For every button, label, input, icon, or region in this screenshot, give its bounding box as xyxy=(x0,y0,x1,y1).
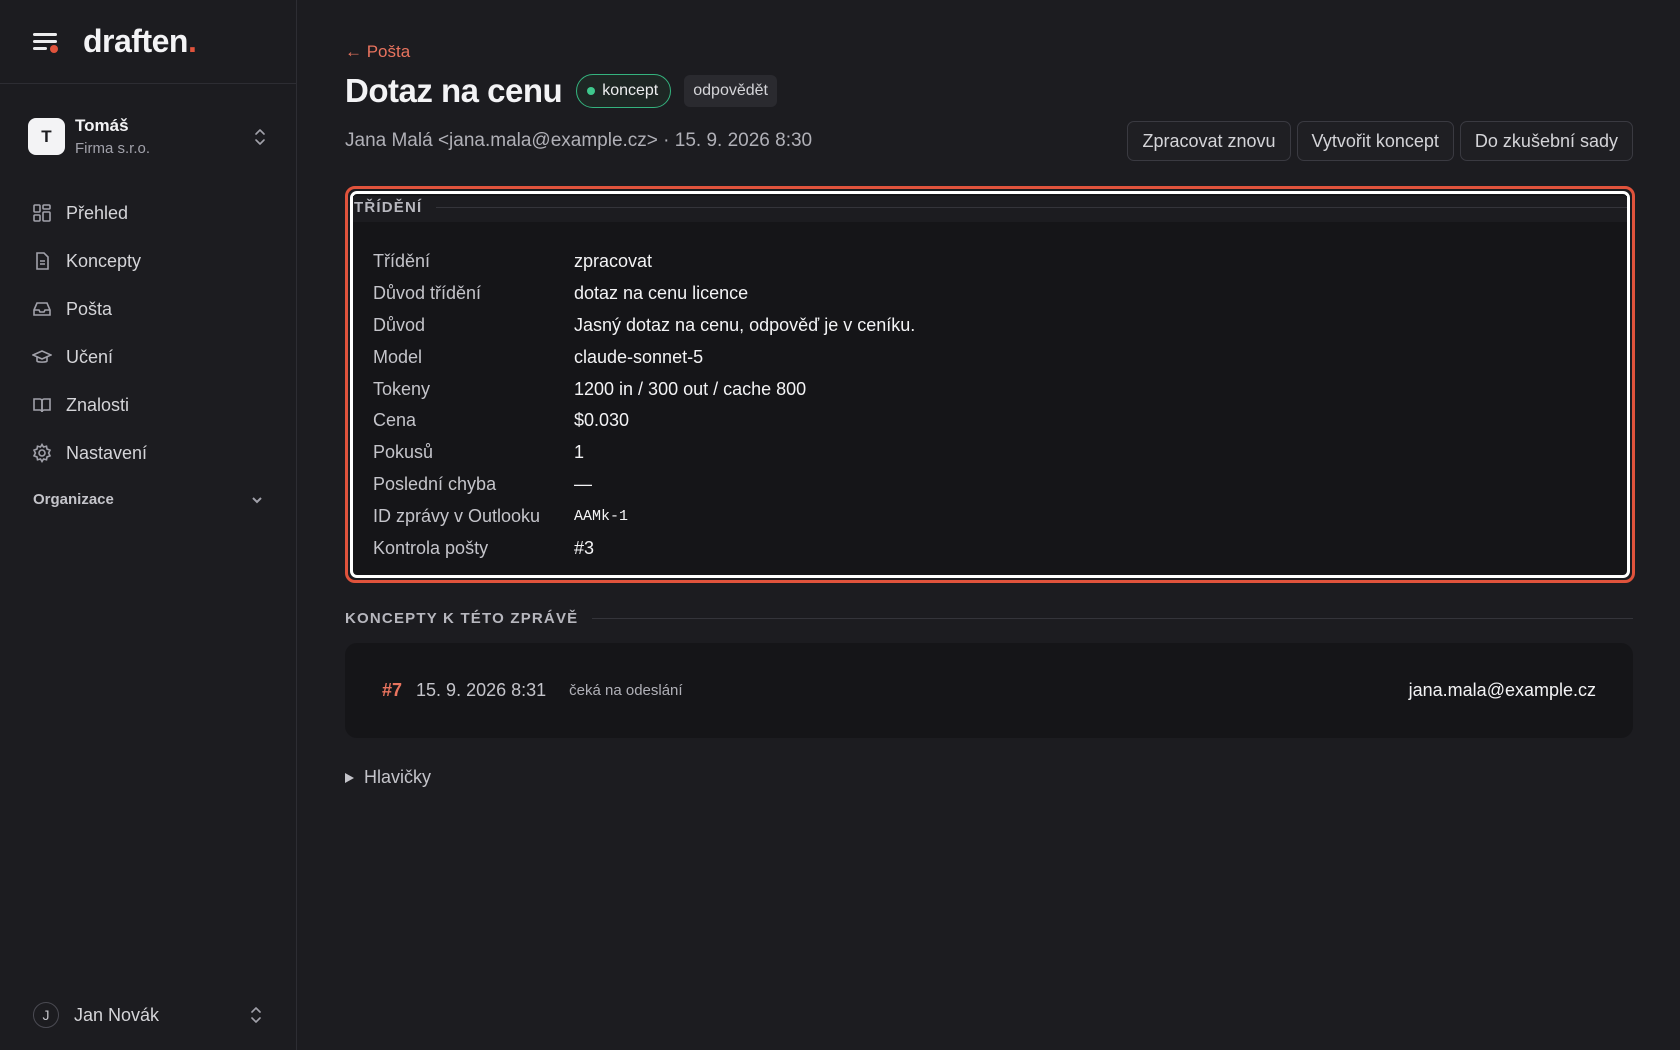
message-meta: Jana Malá <jana.mala@example.cz> · 15. 9… xyxy=(345,130,813,151)
status-badge: koncept xyxy=(576,74,672,108)
dashboard-icon xyxy=(33,204,51,222)
workspace-org: Firma s.r.o. xyxy=(75,140,151,157)
triage-row: Třídění zpracovat xyxy=(373,246,1607,278)
draft-card[interactable]: #7 15. 9. 2026 8:31 čeká na odeslání jan… xyxy=(345,643,1633,738)
action-buttons: Zpracovat znovu Vytvořit koncept Do zkuš… xyxy=(1127,121,1633,161)
triage-key: Poslední chyba xyxy=(373,473,497,494)
triage-row: ID zprávy v Outlooku AAMk-1 xyxy=(373,500,1607,532)
draft-recipient: jana.mala@example.cz xyxy=(1408,680,1596,700)
intent-badge: odpovědět xyxy=(684,75,777,107)
triage-key: Pokusů xyxy=(373,442,434,463)
sidebar: draften. T Tomáš Firma s.r.o. Přehled Ko… xyxy=(0,0,297,1050)
triage-row: Důvod Jasný dotaz na cenu, odpověď je v c… xyxy=(373,310,1607,342)
back-link[interactable]: ← Pošta xyxy=(345,42,410,62)
triage-key: Důvod xyxy=(373,314,426,335)
triage-value: 1 xyxy=(574,442,585,463)
gear-icon xyxy=(32,443,52,463)
triage-key: Kontrola pošty xyxy=(373,537,489,558)
graduation-cap-icon xyxy=(32,350,52,363)
sidebar-item-znalosti[interactable]: Znalosti xyxy=(20,381,276,429)
sidebar-item-koncepty[interactable]: Koncepty xyxy=(20,237,276,285)
triage-value: — xyxy=(574,473,592,494)
status-badge-label: koncept xyxy=(602,82,659,99)
sidebar-nav: Přehled Koncepty Pošta Učení Znalosti Na… xyxy=(0,189,296,477)
draft-number[interactable]: #7 xyxy=(382,680,402,701)
inbox-icon xyxy=(33,302,51,316)
sidebar-item-uceni[interactable]: Učení xyxy=(20,333,276,381)
triage-value: $0.030 xyxy=(574,410,630,431)
draft-status: čeká na odeslání xyxy=(569,682,683,699)
brand-header: draften. xyxy=(0,0,296,84)
book-icon xyxy=(33,398,51,413)
triage-key: Model xyxy=(373,346,423,367)
triage-table: Třídění zpracovat Důvod třídění dotaz na c… xyxy=(373,246,1607,564)
chevron-up-down-icon xyxy=(251,1007,261,1023)
sidebar-item-label: Koncepty xyxy=(66,250,142,271)
triage-row: Cena $0.030 xyxy=(373,405,1607,437)
triage-key: ID zprávy v Outlooku xyxy=(373,505,541,526)
headers-toggle[interactable]: Hlavičky xyxy=(345,767,431,788)
triage-row: Model claude-sonnet-5 xyxy=(373,341,1607,373)
logo[interactable]: draften. xyxy=(83,23,197,60)
title-row: Dotaz na cenu koncept odpovědět xyxy=(345,72,777,110)
triage-key: Tokeny xyxy=(373,378,431,399)
user-menu[interactable]: J Jan Novák xyxy=(33,1002,264,1028)
triage-value: Jasný dotaz na cenu, odpověď je v ceníku… xyxy=(574,314,916,335)
create-draft-button[interactable]: Vytvořit koncept xyxy=(1296,121,1454,161)
sidebar-item-nastaveni[interactable]: Nastavení xyxy=(20,429,276,477)
menu-icon[interactable] xyxy=(33,31,59,53)
sidebar-item-label: Přehled xyxy=(66,202,129,223)
sidebar-item-label: Nastavení xyxy=(66,442,148,463)
user-name: Jan Novák xyxy=(74,1004,160,1025)
headers-toggle-label: Hlavičky xyxy=(364,767,432,787)
triage-value: 1200 in / 300 out / cache 800 xyxy=(574,378,807,399)
triage-key: Cena xyxy=(373,410,417,431)
workspace-name: Tomáš xyxy=(75,116,129,135)
draft-date: 15. 9. 2026 8:31 xyxy=(416,680,547,700)
organization-label: Organizace xyxy=(33,491,114,508)
triage-value: claude-sonnet-5 xyxy=(574,346,704,367)
workspace-avatar: T xyxy=(28,118,65,155)
triage-value: AAMk-1 xyxy=(574,507,629,525)
triage-row: Tokeny 1200 in / 300 out / cache 800 xyxy=(373,373,1607,405)
triage-row: Pokusů 1 xyxy=(373,437,1607,469)
chevron-down-icon xyxy=(252,496,262,503)
triage-row: Důvod třídění dotaz na cenu licence xyxy=(373,278,1607,310)
organization-section-toggle[interactable]: Organizace xyxy=(33,491,264,508)
sidebar-item-label: Znalosti xyxy=(66,394,130,415)
triage-value: zpracovat xyxy=(574,251,653,272)
triage-row: Kontrola pošty #3 xyxy=(373,532,1607,564)
triangle-right-icon xyxy=(345,772,354,783)
chevron-up-down-icon xyxy=(255,128,265,145)
triage-panel-highlight: TŘÍDĚNÍ Třídění zpracovat Důvod třídění do… xyxy=(345,186,1635,583)
triage-key: Třídění xyxy=(373,251,431,272)
add-to-test-set-button[interactable]: Do zkušební sady xyxy=(1459,121,1633,161)
sidebar-item-label: Učení xyxy=(66,346,114,367)
triage-value: dotaz na cenu licence xyxy=(574,283,749,304)
sidebar-item-prehled[interactable]: Přehled xyxy=(20,189,276,237)
triage-panel: TŘÍDĚNÍ Třídění zpracovat Důvod třídění do… xyxy=(350,191,1630,578)
triage-key: Důvod třídění xyxy=(373,283,482,304)
drafts-section: KONCEPTY K TÉTO ZPRÁVĚ #7 15. 9. 2026 8:… xyxy=(345,610,1633,738)
reprocess-button[interactable]: Zpracovat znovu xyxy=(1127,121,1291,161)
triage-section-title: TŘÍDĚNÍ xyxy=(354,196,1627,218)
workspace-switcher[interactable]: T Tomáš Firma s.r.o. xyxy=(0,84,296,189)
drafts-section-title: KONCEPTY K TÉTO ZPRÁVĚ xyxy=(345,610,1633,627)
page-title: Dotaz na cenu xyxy=(345,72,563,109)
document-icon xyxy=(36,252,49,270)
sidebar-item-label: Pošta xyxy=(66,298,113,319)
avatar: J xyxy=(33,1002,59,1028)
triage-row: Poslední chyba — xyxy=(373,469,1607,501)
sidebar-item-posta[interactable]: Pošta xyxy=(20,285,276,333)
triage-value: #3 xyxy=(574,537,595,558)
status-dot-icon xyxy=(587,87,596,95)
